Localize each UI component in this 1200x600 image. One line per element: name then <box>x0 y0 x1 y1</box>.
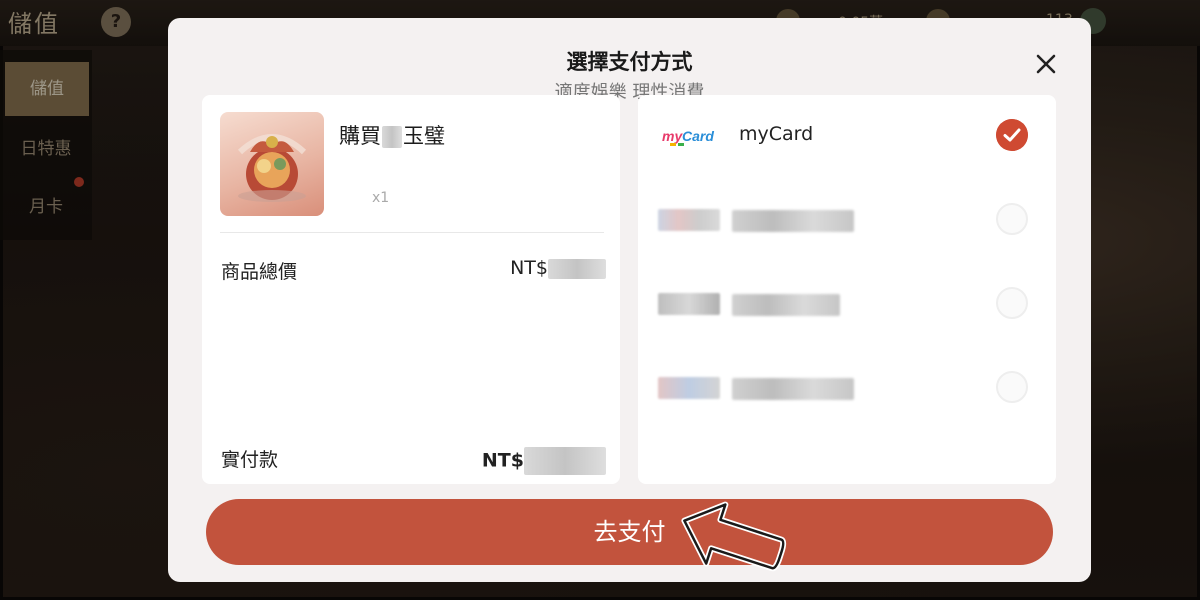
divider <box>220 232 604 233</box>
redacted-logo <box>658 209 720 231</box>
radio-unselected-icon <box>996 371 1028 403</box>
radio-unselected-icon <box>996 287 1028 319</box>
redacted-logo <box>658 293 720 315</box>
check-selected-icon <box>996 119 1028 151</box>
amount-paid-value: NT$ <box>482 447 606 475</box>
modal-title: 選擇支付方式 <box>566 50 693 74</box>
total-price-value: NT$ <box>510 257 606 279</box>
payment-option-mycard[interactable]: my Card myCard <box>638 95 1056 179</box>
redacted-logo <box>658 377 720 399</box>
redacted-amount <box>548 258 606 279</box>
payment-option-2[interactable] <box>638 179 1056 263</box>
redacted-payment-name <box>732 294 840 316</box>
product-image <box>220 112 324 216</box>
payment-method-panel: my Card myCard <box>638 95 1056 484</box>
product-quantity: x1 <box>372 190 390 206</box>
amount-paid-label: 實付款 <box>221 449 279 471</box>
payment-option-4[interactable] <box>638 347 1056 431</box>
product-name: 購買 玉璧 <box>339 124 445 148</box>
redacted-text <box>382 126 402 148</box>
mycard-logo-icon: my Card <box>662 128 714 146</box>
payment-option-3[interactable] <box>638 263 1056 347</box>
order-summary-panel: 購買 玉璧 x1 商品總價 NT$ 實付款 NT$ <box>202 95 620 484</box>
total-price-label: 商品總價 <box>221 261 298 283</box>
svg-text:my: my <box>662 128 683 144</box>
close-icon[interactable] <box>1031 49 1061 79</box>
payment-name: myCard <box>739 123 814 145</box>
pointer-arrow-icon <box>681 501 787 572</box>
redacted-amount <box>524 447 606 475</box>
svg-text:Card: Card <box>682 128 714 144</box>
payment-modal: 選擇支付方式 適度娛樂 理性消費 購買 玉璧 x1 商品總價 NT$ 實付款 N… <box>168 18 1091 582</box>
redacted-payment-name <box>732 210 854 232</box>
radio-unselected-icon <box>996 203 1028 235</box>
redacted-payment-name <box>732 378 854 400</box>
pay-button[interactable]: 去支付 <box>206 499 1053 565</box>
